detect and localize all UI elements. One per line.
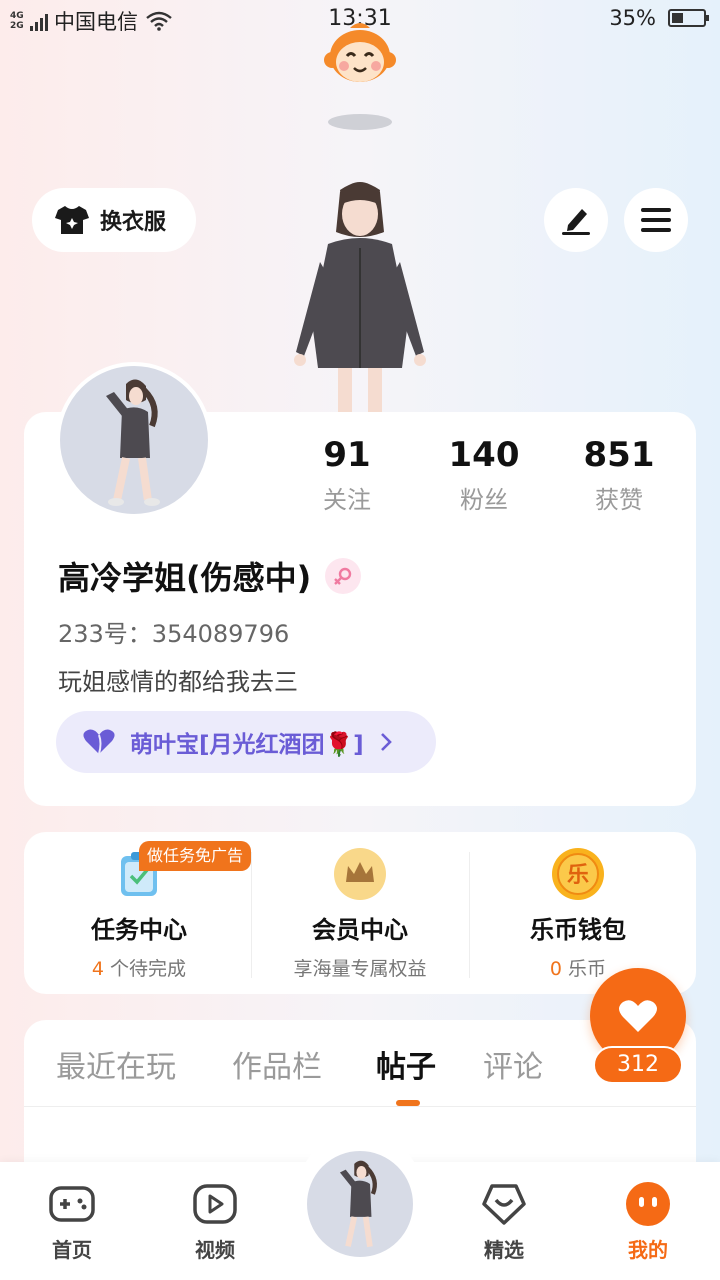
svg-text:乐: 乐 [567, 863, 589, 888]
shirt-icon [55, 206, 89, 234]
tab-works[interactable]: 作品栏 [232, 1042, 322, 1086]
battery-icon [668, 9, 709, 27]
avatar-3d-model[interactable] [280, 172, 440, 412]
gamepad-icon [49, 1186, 95, 1222]
monkey-mascot-icon[interactable] [320, 20, 400, 86]
change-outfit-button[interactable]: 换衣服 [32, 188, 196, 252]
username: 高冷学姐(伤感中) [58, 559, 312, 597]
like-count: 312 [593, 1046, 683, 1084]
female-gender-icon [325, 558, 362, 594]
tab-comments[interactable]: 评论 [483, 1042, 543, 1086]
tab-recent-played[interactable]: 最近在玩 [56, 1042, 176, 1086]
nav-me[interactable]: 我的 [598, 1180, 698, 1263]
stat-following[interactable]: 91 关注 [287, 434, 407, 515]
guild-name: 萌叶宝[月光红酒团🌹] [130, 732, 364, 758]
crown-icon [334, 848, 386, 900]
change-outfit-label: 换衣服 [100, 210, 167, 235]
avatar-figure-icon [339, 1160, 377, 1248]
divider [24, 1106, 696, 1107]
menu-icon [641, 208, 671, 232]
nav-avatar-button[interactable] [304, 1148, 416, 1260]
edit-icon [562, 209, 590, 235]
mascot-shadow [328, 114, 392, 130]
stat-likes[interactable]: 851 获赞 [559, 434, 679, 515]
coin-wallet[interactable]: 乐 乐币钱包 0 乐币 [469, 832, 687, 994]
vip-center[interactable]: 会员中心 享海量专属权益 [251, 832, 469, 994]
avatar-figure-icon [106, 379, 160, 506]
heart-shield-icon [482, 1184, 526, 1225]
menu-button[interactable] [624, 188, 688, 252]
nav-featured[interactable]: 精选 [454, 1180, 554, 1263]
battery-percent: 35% [609, 6, 656, 30]
coin-icon: 乐 [552, 848, 604, 900]
chevron-right-icon [380, 733, 392, 751]
guild-button[interactable]: 萌叶宝[月光红酒团🌹] [56, 711, 436, 773]
user-bio: 玩姐感情的都给我去三 [58, 668, 298, 696]
task-badge: 做任务免广告 [139, 841, 252, 871]
nav-video[interactable]: 视频 [165, 1180, 265, 1263]
nav-home[interactable]: 首页 [22, 1180, 122, 1263]
services-card: 任务中心 4 个待完成 会员中心 享海量专属权益 乐 乐币钱包 0 乐币 [24, 832, 696, 994]
heart-icon [83, 729, 115, 755]
heart-icon [619, 1000, 657, 1032]
user-id: 233号：354089796 [58, 620, 290, 648]
tab-posts[interactable]: 帖子 [376, 1042, 436, 1086]
username-row: 高冷学姐(伤感中) [58, 553, 362, 599]
play-icon [193, 1184, 237, 1224]
face-icon [626, 1182, 670, 1226]
avatar[interactable] [56, 362, 212, 518]
stat-followers[interactable]: 140 粉丝 [424, 434, 544, 515]
edit-profile-button[interactable] [544, 188, 608, 252]
